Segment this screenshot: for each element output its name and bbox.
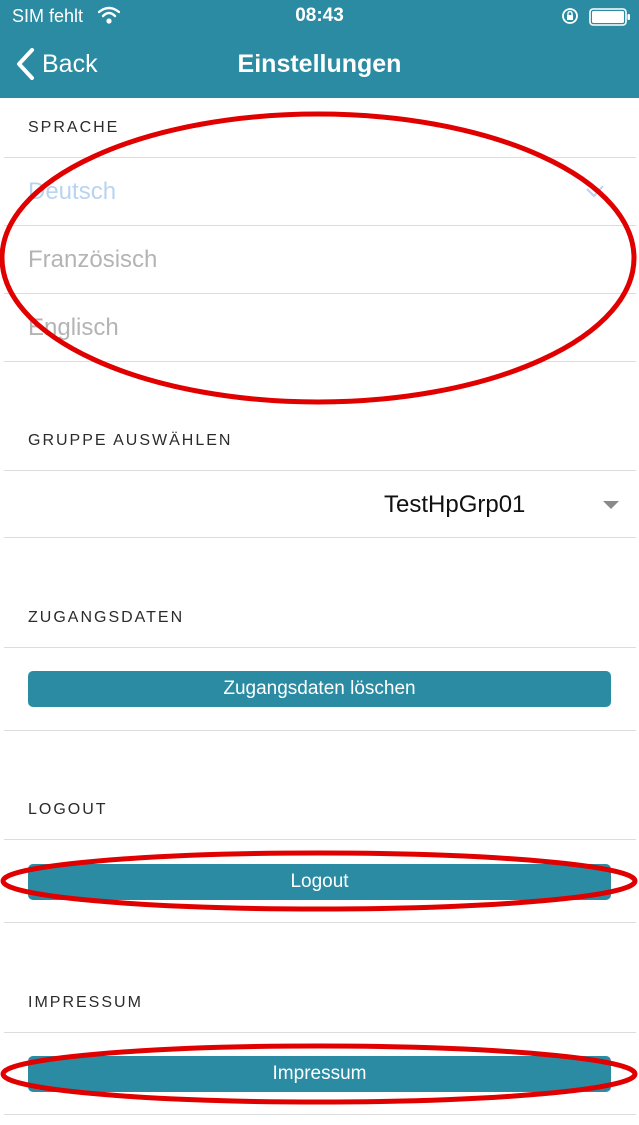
divider: [4, 293, 636, 294]
nav-bar: SIM fehlt 08:43 Back Einstellungen: [0, 0, 639, 98]
section-header-language: SPRACHE: [28, 119, 120, 136]
annotation-overlay: [0, 111, 638, 1105]
section-header-logout: LOGOUT: [28, 801, 108, 818]
language-option-franzoesisch[interactable]: Französisch: [28, 246, 157, 274]
divider: [4, 1032, 636, 1033]
logout-button[interactable]: Logout: [28, 864, 611, 900]
group-select[interactable]: TestHpGrp01: [4, 471, 636, 537]
divider: [4, 225, 636, 226]
language-option-deutsch[interactable]: Deutsch: [28, 178, 116, 206]
caret-down-icon: [603, 501, 619, 509]
divider: [4, 1114, 636, 1115]
section-header-credentials: ZUGANGSDATEN: [28, 609, 185, 626]
divider: [4, 537, 636, 538]
imprint-button[interactable]: Impressum: [28, 1056, 611, 1092]
divider: [4, 730, 636, 731]
section-header-imprint: IMPRESSUM: [28, 994, 143, 1011]
delete-credentials-button[interactable]: Zugangsdaten löschen: [28, 671, 611, 707]
page-title: Einstellungen: [237, 50, 402, 78]
divider: [4, 922, 636, 923]
divider: [4, 647, 636, 648]
divider: [4, 361, 636, 362]
language-option-englisch[interactable]: Englisch: [28, 314, 119, 342]
rotation-lock-icon: [562, 8, 578, 24]
status-time: 08:43: [295, 5, 344, 26]
group-select-value: TestHpGrp01: [384, 491, 526, 518]
status-bar: SIM fehlt 08:43: [0, 0, 639, 34]
battery-icon: [589, 8, 630, 26]
check-icon: [586, 185, 604, 198]
divider: [4, 157, 636, 158]
divider: [4, 839, 636, 840]
section-header-group: GRUPPE AUSWÄHLEN: [28, 432, 233, 449]
